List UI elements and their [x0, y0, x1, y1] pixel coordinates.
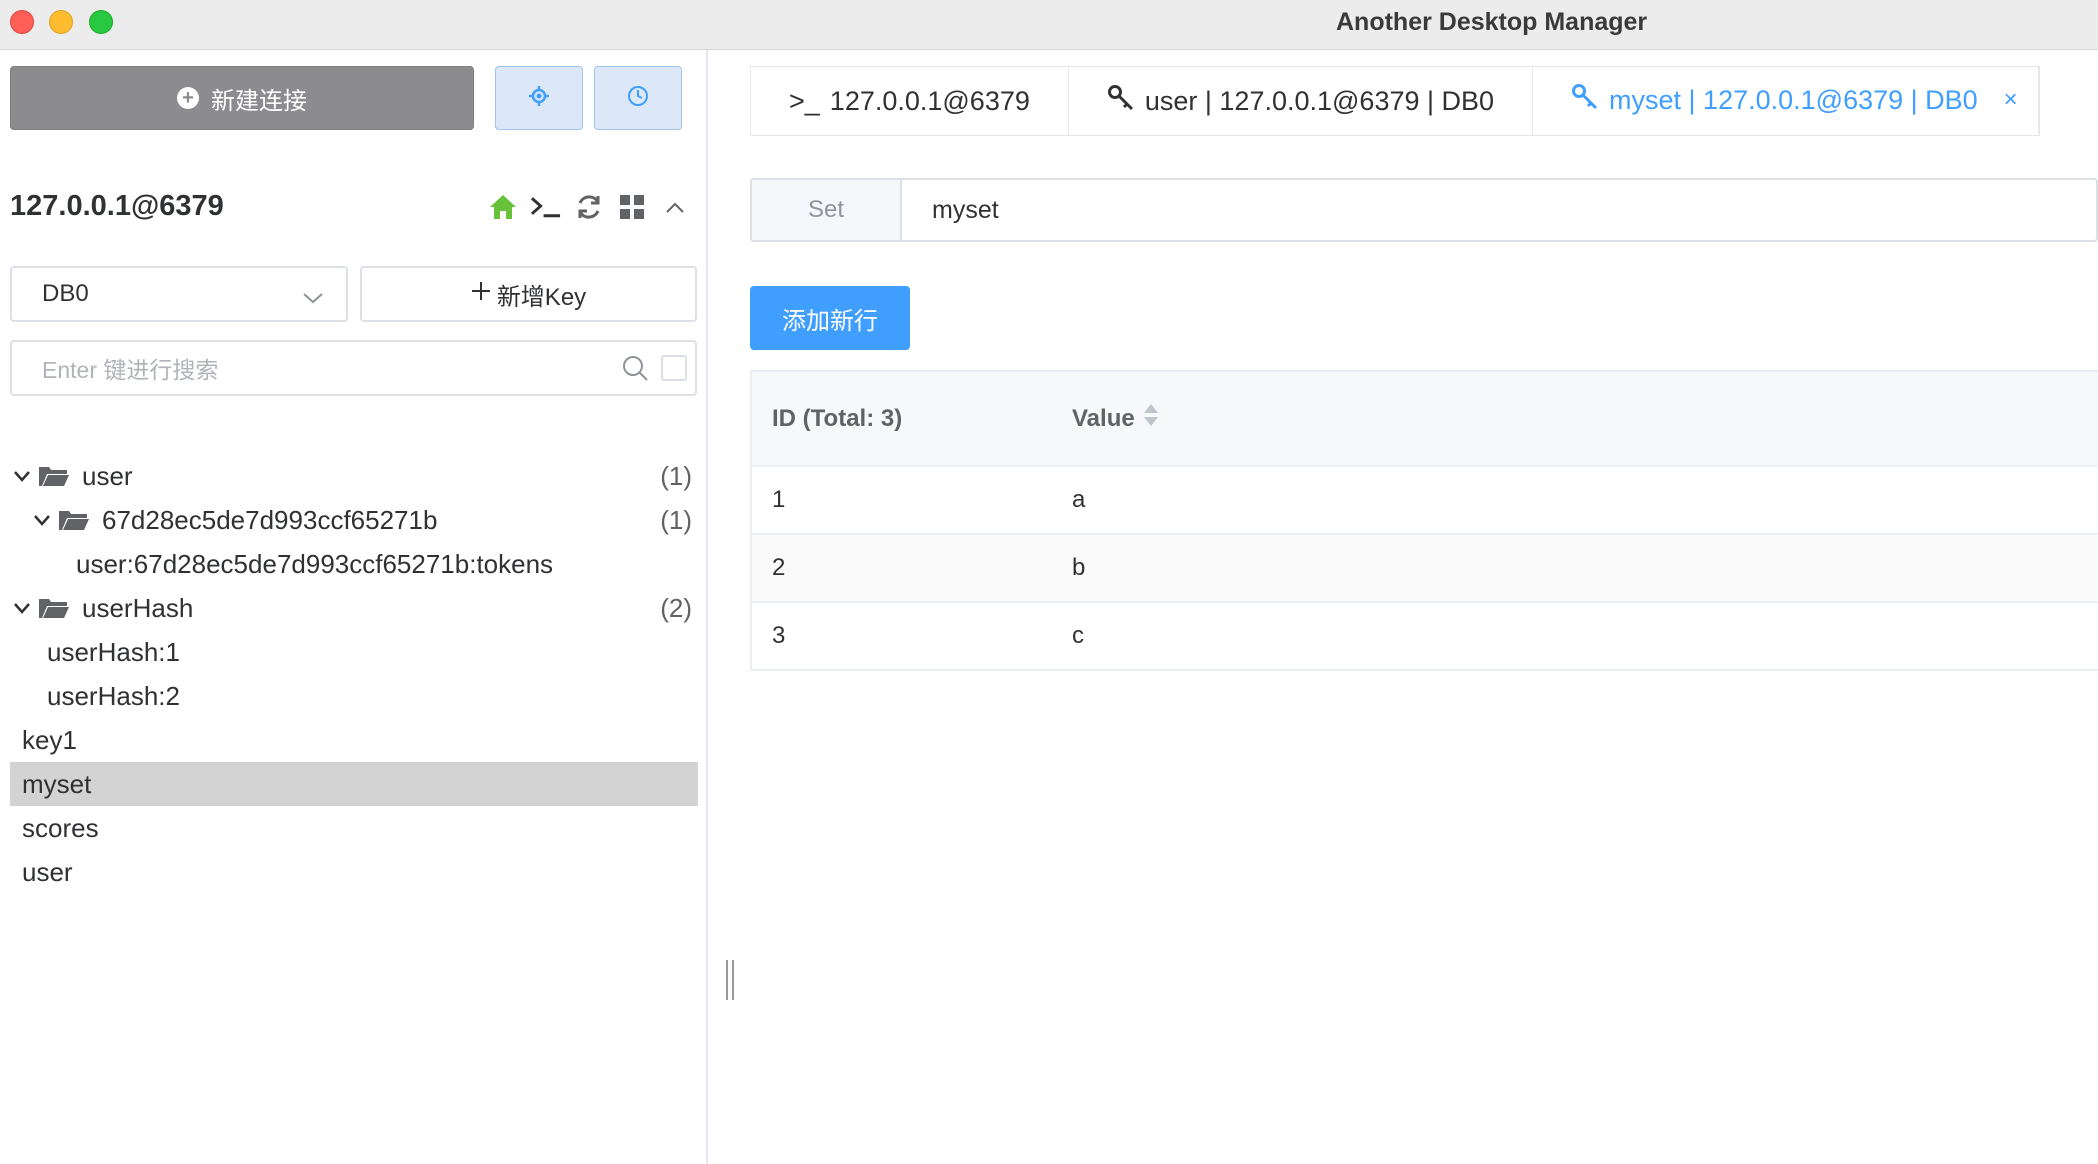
chevron-down-icon[interactable] [12, 470, 32, 482]
window-maximize-button[interactable] [89, 10, 113, 34]
tree-item-label: myset [22, 768, 92, 799]
table-row[interactable]: 1 a [752, 467, 2098, 535]
column-header-value-label: Value [1072, 404, 1135, 432]
row-id: 3 [772, 622, 786, 649]
new-key-button[interactable]: 新增Key [360, 266, 697, 322]
history-button[interactable] [594, 66, 682, 130]
window-close-button[interactable] [10, 10, 34, 34]
tab-key-user[interactable]: user | 127.0.0.1@6379 | DB0 [1068, 67, 1534, 135]
folder-open-icon [58, 508, 90, 532]
row-value: c [1072, 622, 1084, 649]
tab-label: myset | 127.0.0.1@6379 | DB0 [1609, 84, 1978, 115]
set-members-table: ID (Total: 3) Value 1 a 2 b 3 c [750, 370, 2098, 671]
key-tree: user (1) 67d28ec5de7d993ccf65271b (1) user:6… [10, 454, 698, 894]
tree-item-count: (1) [660, 460, 692, 491]
row-value: a [1072, 486, 1086, 513]
new-connection-button[interactable]: + 新建连接 [10, 66, 474, 130]
tree-key-item[interactable]: user:67d28ec5de7d993ccf65271b:tokens [10, 542, 698, 586]
tree-item-label: userHash [82, 592, 194, 623]
key-icon [1107, 84, 1135, 119]
folder-open-icon [38, 596, 70, 620]
tree-item-label: key1 [22, 724, 77, 755]
connection-toolbar [486, 190, 691, 224]
tree-key-item[interactable]: userHash:1 [10, 630, 698, 674]
tree-folder[interactable]: userHash (2) [10, 586, 698, 630]
gear-icon [528, 85, 550, 112]
table-row[interactable]: 2 b [752, 535, 2098, 603]
folder-open-icon [38, 464, 70, 488]
key-type-label: Set [752, 180, 902, 240]
sidebar: + 新建连接 127.0.0.1@6379 DB0 新增Key Enter 键进… [0, 50, 708, 1164]
grid-icon[interactable] [615, 190, 648, 224]
tab-bar: >_ 127.0.0.1@6379 user | 127.0.0.1@6379 … [750, 66, 2040, 136]
tab-cli[interactable]: >_ 127.0.0.1@6379 [751, 67, 1069, 135]
column-header-id: ID (Total: 3) [772, 404, 903, 432]
window-minimize-button[interactable] [49, 10, 73, 34]
home-icon[interactable] [486, 190, 519, 224]
plus-icon [471, 280, 491, 308]
tree-item-label: user [22, 856, 73, 887]
tree-folder[interactable]: 67d28ec5de7d993ccf65271b (1) [10, 498, 698, 542]
exact-search-checkbox[interactable] [661, 355, 687, 381]
add-row-button[interactable]: 添加新行 [750, 286, 910, 350]
chevron-down-icon[interactable] [12, 602, 32, 614]
key-icon [1571, 83, 1599, 118]
tree-key-item[interactable]: user [10, 850, 698, 894]
tree-key-item[interactable]: scores [10, 806, 698, 850]
search-icon[interactable] [621, 354, 649, 388]
main-panel: >_ 127.0.0.1@6379 user | 127.0.0.1@6379 … [710, 50, 2098, 1164]
tree-key-item[interactable]: userHash:2 [10, 674, 698, 718]
title-bar: Another Desktop Manager [0, 0, 2098, 50]
key-name-input[interactable]: myset [902, 180, 999, 240]
tree-item-label: userHash:1 [47, 636, 180, 667]
row-id: 1 [772, 486, 786, 513]
db-select[interactable]: DB0 [10, 266, 348, 322]
window-title: Another Desktop Manager [1336, 8, 1648, 36]
key-search-input[interactable]: Enter 键进行搜索 [10, 340, 697, 396]
table-header: ID (Total: 3) Value [752, 372, 2098, 467]
tree-item-label: user [82, 460, 133, 491]
chevron-down-icon [302, 284, 324, 312]
tree-item-count: (1) [660, 504, 692, 535]
tree-folder[interactable]: user (1) [10, 454, 698, 498]
tree-key-item[interactable]: key1 [10, 718, 698, 762]
refresh-icon[interactable] [572, 190, 605, 224]
column-header-value[interactable]: Value [1052, 402, 1159, 435]
connection-name[interactable]: 127.0.0.1@6379 [10, 190, 224, 223]
tree-item-label: 67d28ec5de7d993ccf65271b [102, 504, 438, 535]
sort-icon[interactable] [1143, 402, 1159, 435]
tab-key-myset[interactable]: myset | 127.0.0.1@6379 | DB0 × [1533, 67, 2039, 135]
db-select-value: DB0 [42, 280, 89, 307]
clock-icon [627, 85, 649, 112]
tree-item-label: user:67d28ec5de7d993ccf65271b:tokens [76, 548, 554, 579]
table-row[interactable]: 3 c [752, 603, 2098, 671]
collapse-up-icon[interactable] [658, 190, 691, 224]
settings-button[interactable] [495, 66, 583, 130]
tree-key-item[interactable]: myset [10, 762, 698, 806]
new-key-label: 新增Key [496, 283, 587, 311]
terminal-icon: >_ [789, 85, 820, 116]
search-placeholder: Enter 键进行搜索 [42, 357, 219, 383]
new-connection-label: 新建连接 [211, 87, 307, 115]
close-tab-icon[interactable]: × [2004, 86, 2018, 114]
chevron-down-icon[interactable] [32, 514, 52, 526]
tree-item-label: userHash:2 [47, 680, 180, 711]
row-id: 2 [772, 554, 786, 581]
tree-item-count: (2) [660, 592, 692, 623]
tab-label: user | 127.0.0.1@6379 | DB0 [1144, 85, 1495, 116]
tab-label: 127.0.0.1@6379 [829, 85, 1030, 116]
row-value: b [1072, 554, 1086, 581]
key-name-bar: Set myset [750, 178, 2098, 242]
tree-item-label: scores [22, 812, 99, 843]
plus-circle-icon: + [177, 87, 199, 109]
terminal-icon[interactable] [529, 190, 562, 224]
